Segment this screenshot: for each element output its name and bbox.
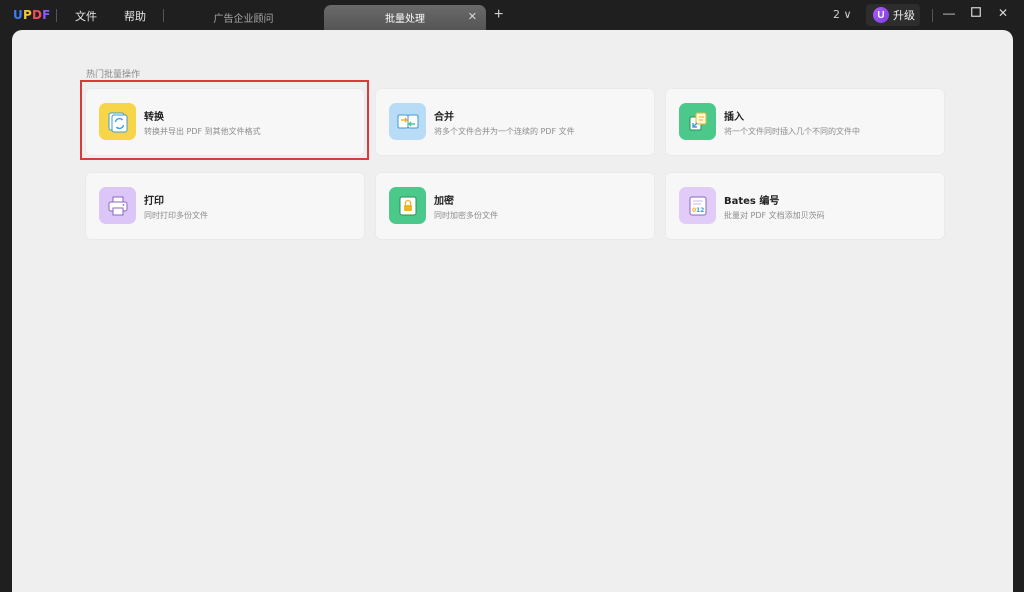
new-tab-icon[interactable]: + (494, 6, 503, 24)
section-title: 热门批量操作 (86, 70, 141, 80)
card-encrypt[interactable]: 加密 同时加密多份文件 (376, 173, 654, 239)
tab-close-icon[interactable]: ✕ (468, 10, 477, 23)
card-desc: 将多个文件合并为一个连续的 PDF 文件 (434, 127, 575, 136)
card-insert[interactable]: 插入 将一个文件同时插入几个不同的文件中 (666, 89, 944, 155)
batch-panel: 热门批量操作 转换 转换并导出 PDF 到其他文件格式 合并 将多个文件合并为一… (12, 30, 1013, 592)
menu-help[interactable]: 帮助 (124, 8, 146, 24)
close-window-icon[interactable]: ✕ (998, 6, 1008, 20)
app-logo: UPDF (13, 8, 51, 22)
title-bar: UPDF 文件 帮助 广告企业顾问 批量处理 ✕ + 2 ∨ U 升级 — ✕ (0, 0, 1024, 30)
upgrade-button[interactable]: U 升级 (866, 4, 920, 26)
card-desc: 批量对 PDF 文档添加贝茨码 (724, 211, 825, 220)
card-title: 插入 (724, 112, 744, 123)
logo-letter-u: U (13, 8, 23, 22)
card-title: 加密 (434, 196, 454, 207)
logo-letter-f: F (42, 8, 51, 22)
encrypt-icon (389, 187, 426, 224)
window-count-dropdown[interactable]: 2 ∨ (833, 8, 852, 21)
upgrade-label: 升级 (893, 9, 915, 22)
card-desc: 将一个文件同时插入几个不同的文件中 (724, 127, 860, 136)
print-icon (99, 187, 136, 224)
menu-file[interactable]: 文件 (75, 8, 97, 24)
merge-icon (389, 103, 426, 140)
tab-label: 广告企业顾问 (213, 14, 274, 25)
card-title: 合并 (434, 112, 454, 123)
tab-batch[interactable]: 批量处理 ✕ (324, 5, 486, 30)
card-title: Bates 编号 (724, 196, 780, 207)
tab-document[interactable]: 广告企业顾问 (170, 5, 317, 30)
logo-letter-d: D (31, 8, 43, 22)
convert-icon (99, 103, 136, 140)
insert-icon (679, 103, 716, 140)
title-divider (932, 9, 933, 22)
card-title: 转换 (144, 112, 164, 123)
svg-text:12: 12 (696, 207, 704, 214)
card-print[interactable]: 打印 同时打印多份文件 (86, 173, 364, 239)
maximize-icon[interactable] (971, 7, 981, 20)
card-desc: 同时加密多份文件 (434, 211, 498, 220)
title-divider (163, 9, 164, 22)
bates-number-icon: 0 12 (679, 187, 716, 224)
logo-letter-p: P (22, 8, 32, 22)
card-bates[interactable]: 0 12 Bates 编号 批量对 PDF 文档添加贝茨码 (666, 173, 944, 239)
avatar: U (873, 7, 889, 23)
title-divider (56, 9, 57, 22)
card-desc: 同时打印多份文件 (144, 211, 208, 220)
minimize-icon[interactable]: — (943, 6, 955, 20)
card-convert[interactable]: 转换 转换并导出 PDF 到其他文件格式 (86, 89, 364, 155)
card-title: 打印 (144, 196, 164, 207)
card-desc: 转换并导出 PDF 到其他文件格式 (144, 127, 261, 136)
card-merge[interactable]: 合并 将多个文件合并为一个连续的 PDF 文件 (376, 89, 654, 155)
tab-label: 批量处理 (385, 14, 425, 25)
